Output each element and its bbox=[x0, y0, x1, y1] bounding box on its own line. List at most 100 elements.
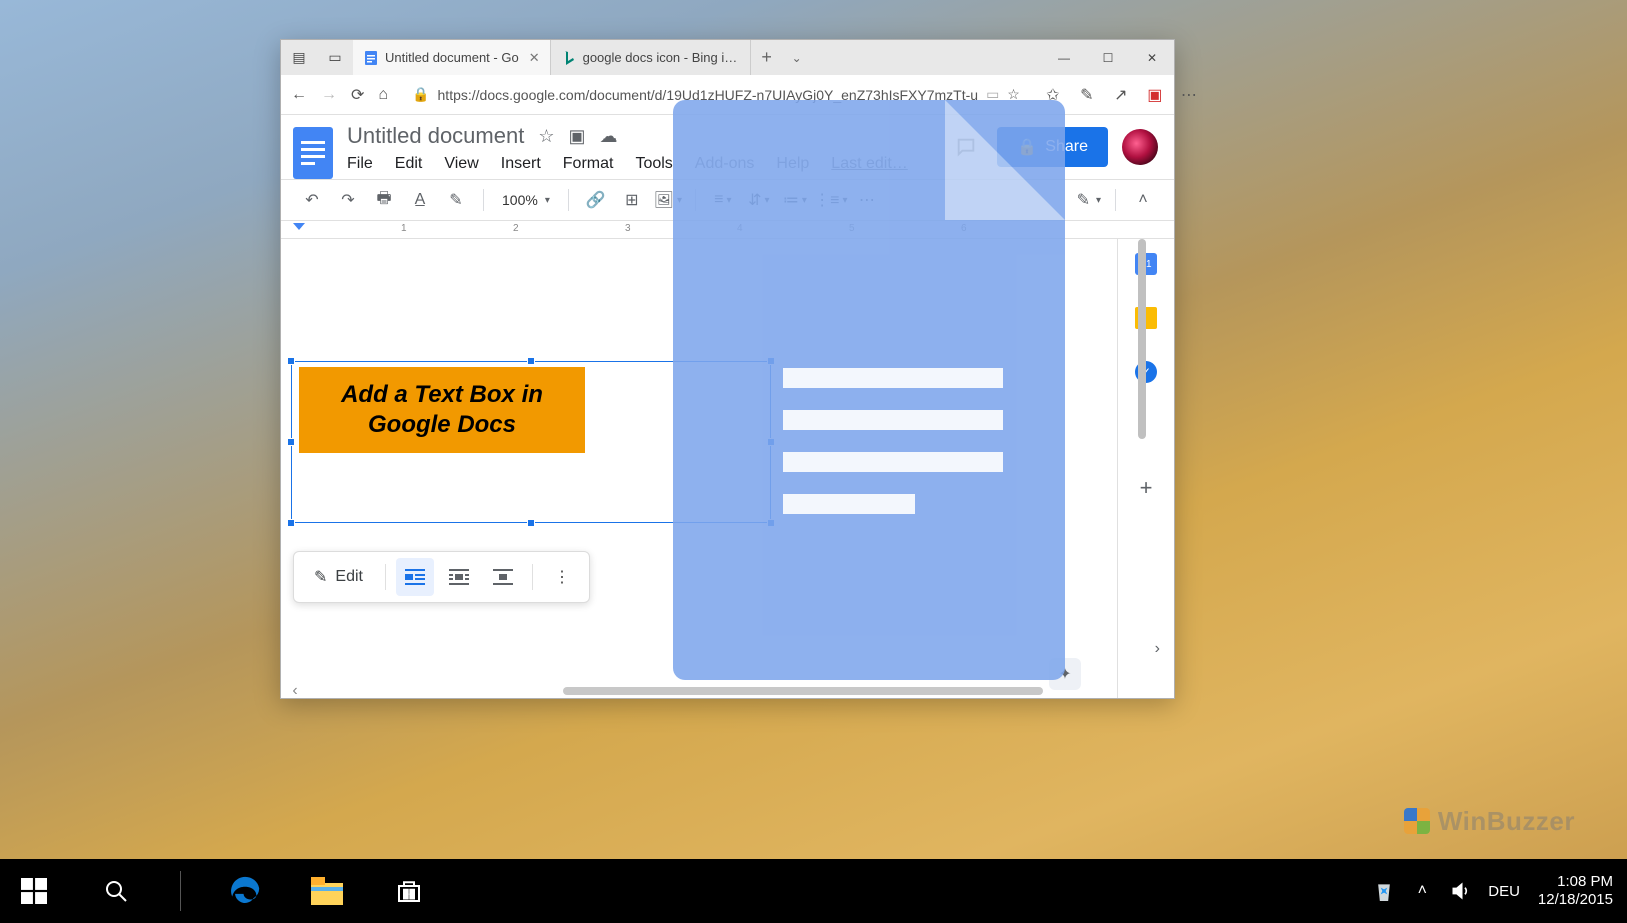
window-close-button[interactable]: ✕ bbox=[1130, 40, 1174, 75]
extension-icon[interactable]: ▣ bbox=[1146, 86, 1164, 104]
resize-handle[interactable] bbox=[767, 519, 775, 527]
tab-bing[interactable]: google docs icon - Bing ima bbox=[551, 40, 751, 75]
last-edit-link[interactable]: Last edit… bbox=[831, 155, 907, 173]
paint-format-icon[interactable]: ✎ bbox=[443, 187, 469, 213]
resize-handle[interactable] bbox=[527, 357, 535, 365]
align-icon[interactable]: ≡ bbox=[710, 187, 736, 213]
resize-handle[interactable] bbox=[287, 519, 295, 527]
edit-label: Edit bbox=[335, 568, 363, 586]
more-icon[interactable]: ⋯ bbox=[1180, 86, 1198, 104]
watermark-text: WinBuzzer bbox=[1438, 806, 1575, 836]
favorites-icon[interactable]: ✩ bbox=[1044, 86, 1062, 104]
ruler-indent-marker-icon[interactable] bbox=[293, 223, 305, 230]
tab-docs[interactable]: Untitled document - Go ✕ bbox=[353, 40, 551, 75]
edit-drawing-button[interactable]: ✎ Edit bbox=[302, 567, 375, 587]
collapse-toolbar-icon[interactable]: ˄ bbox=[1130, 187, 1156, 213]
tab-close-icon[interactable]: ✕ bbox=[525, 50, 540, 66]
recycle-bin-icon[interactable] bbox=[1374, 881, 1394, 901]
system-clock[interactable]: 1:08 PM 12/18/2015 bbox=[1538, 873, 1613, 909]
spellcheck-icon[interactable]: A̲ bbox=[407, 187, 433, 213]
move-doc-icon[interactable]: ▣ bbox=[568, 126, 585, 147]
zoom-selector[interactable]: 100% bbox=[498, 192, 554, 208]
menu-view[interactable]: View bbox=[444, 155, 478, 173]
toolbar-separator bbox=[385, 564, 386, 590]
horizontal-scrollbar[interactable]: ‹ bbox=[287, 684, 1117, 698]
volume-icon[interactable] bbox=[1450, 881, 1470, 901]
menu-edit[interactable]: Edit bbox=[395, 155, 423, 173]
editing-mode-button[interactable]: ✎ ▾ bbox=[1077, 190, 1101, 210]
share-button[interactable]: 🔒 Share bbox=[997, 127, 1108, 167]
menu-file[interactable]: File bbox=[347, 155, 373, 173]
vertical-scrollbar-thumb[interactable] bbox=[1138, 239, 1146, 439]
scrollbar-thumb[interactable] bbox=[563, 687, 1043, 695]
menu-format[interactable]: Format bbox=[563, 155, 614, 173]
language-indicator[interactable]: DEU bbox=[1488, 883, 1520, 900]
wrap-inline-icon[interactable] bbox=[396, 558, 434, 596]
resize-handle[interactable] bbox=[767, 357, 775, 365]
ruler[interactable]: 1 2 3 4 5 6 bbox=[281, 221, 1174, 239]
star-favorite-icon[interactable]: ☆ bbox=[1007, 86, 1020, 103]
toolbar-separator bbox=[568, 189, 569, 211]
lock-icon: 🔒 bbox=[412, 86, 429, 103]
numbered-list-icon[interactable]: ≔ bbox=[782, 187, 808, 213]
resize-handle[interactable] bbox=[287, 438, 295, 446]
star-doc-icon[interactable]: ☆ bbox=[538, 126, 554, 147]
wrap-break-icon[interactable] bbox=[484, 558, 522, 596]
window-maximize-button[interactable]: ☐ bbox=[1086, 40, 1130, 75]
nav-back-button[interactable]: ← bbox=[291, 86, 307, 104]
scroll-left-icon[interactable]: ‹ bbox=[287, 682, 303, 698]
print-icon[interactable]: 🖶 bbox=[371, 187, 397, 213]
taskbar-separator bbox=[180, 871, 181, 911]
nav-home-button[interactable]: ⌂ bbox=[378, 86, 388, 104]
more-image-options-icon[interactable]: ⋮ bbox=[543, 558, 581, 596]
insert-link-icon[interactable]: 🔗 bbox=[583, 187, 609, 213]
nav-forward-button[interactable]: → bbox=[321, 86, 337, 104]
insert-image-icon[interactable]: 🖼 bbox=[655, 187, 681, 213]
wrap-text-icon[interactable] bbox=[440, 558, 478, 596]
browser-addressbar: ← → ⟳ ⌂ 🔒 https://docs.google.com/docume… bbox=[281, 75, 1174, 115]
share-icon[interactable]: ↗ bbox=[1112, 86, 1130, 104]
account-avatar[interactable] bbox=[1122, 129, 1158, 165]
ruler-mark: 1 bbox=[401, 223, 407, 234]
share-label: Share bbox=[1045, 138, 1088, 156]
nav-refresh-button[interactable]: ⟳ bbox=[351, 86, 364, 104]
resize-handle[interactable] bbox=[527, 519, 535, 527]
redo-icon[interactable]: ↷ bbox=[335, 187, 361, 213]
selection-frame[interactable] bbox=[291, 361, 771, 523]
page[interactable]: Add a Text Box in Google Docs ✎ bbox=[281, 239, 1118, 698]
cloud-status-icon[interactable]: ☁ bbox=[599, 126, 617, 147]
bulleted-list-icon[interactable]: ⋮≡ bbox=[818, 187, 844, 213]
tabs-preview-button[interactable]: ▭ bbox=[317, 40, 353, 75]
search-button[interactable] bbox=[90, 865, 142, 917]
store-button[interactable] bbox=[383, 865, 435, 917]
collapse-sidepanel-icon[interactable]: › bbox=[1155, 640, 1160, 658]
insert-comment-icon[interactable]: ⊞ bbox=[619, 187, 645, 213]
notes-icon[interactable]: ✎ bbox=[1078, 86, 1096, 104]
tabs-aside-button[interactable]: ▤ bbox=[281, 40, 317, 75]
chevron-down-icon: ▾ bbox=[1096, 195, 1101, 206]
edge-browser-button[interactable] bbox=[219, 865, 271, 917]
add-addon-icon[interactable]: + bbox=[1135, 477, 1157, 499]
undo-icon[interactable]: ↶ bbox=[299, 187, 325, 213]
resize-handle[interactable] bbox=[767, 438, 775, 446]
url-box[interactable]: 🔒 https://docs.google.com/document/d/19U… bbox=[402, 81, 1030, 109]
resize-handle[interactable] bbox=[287, 357, 295, 365]
comments-icon[interactable] bbox=[949, 130, 983, 164]
tray-chevron-icon[interactable]: ˄ bbox=[1412, 881, 1432, 901]
menu-insert[interactable]: Insert bbox=[501, 155, 541, 173]
new-tab-button[interactable]: + bbox=[751, 40, 783, 75]
docs-logo-icon[interactable] bbox=[293, 127, 333, 179]
canvas-area: Add a Text Box in Google Docs ✎ bbox=[281, 239, 1174, 698]
file-explorer-button[interactable] bbox=[301, 865, 353, 917]
tab-actions-chevron-icon[interactable]: ⌄ bbox=[783, 40, 811, 75]
menu-help[interactable]: Help bbox=[776, 155, 809, 173]
start-button[interactable] bbox=[8, 865, 60, 917]
reading-view-icon[interactable]: ▭ bbox=[986, 86, 999, 103]
line-spacing-icon[interactable]: ⇵ bbox=[746, 187, 772, 213]
menu-addons[interactable]: Add-ons bbox=[695, 155, 755, 173]
window-minimize-button[interactable]: — bbox=[1042, 40, 1086, 75]
document-title[interactable]: Untitled document bbox=[347, 123, 524, 149]
ruler-mark: 3 bbox=[625, 223, 631, 234]
more-tools-icon[interactable]: ⋯ bbox=[854, 187, 880, 213]
menu-tools[interactable]: Tools bbox=[635, 155, 672, 173]
